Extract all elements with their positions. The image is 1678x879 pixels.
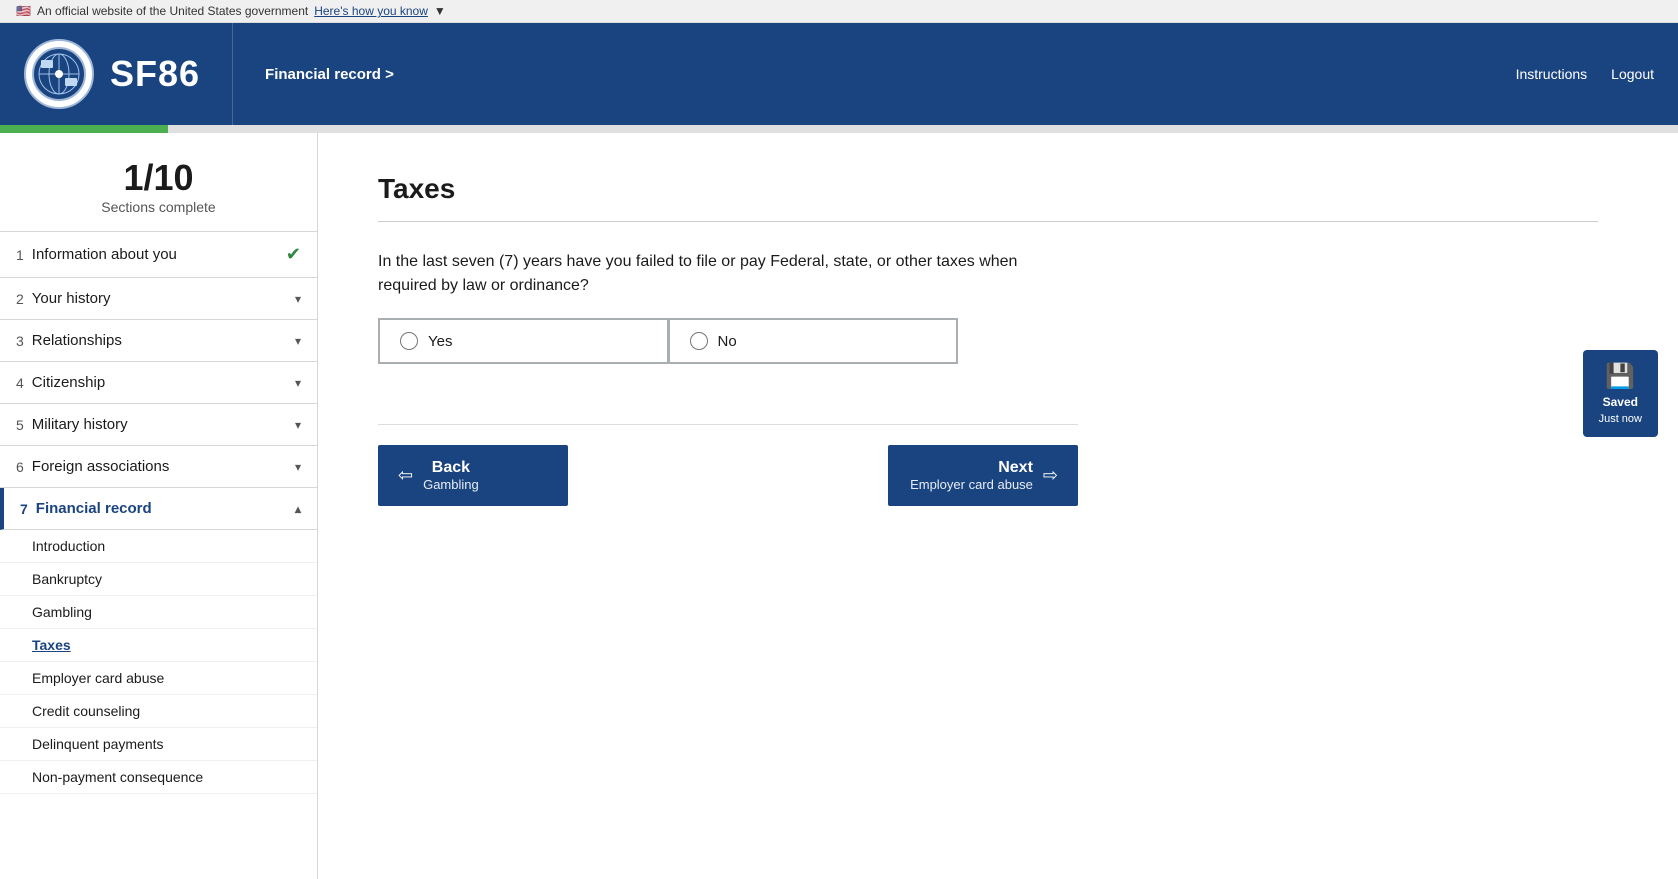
page-title: Taxes bbox=[378, 173, 1598, 205]
chevron-down-icon: ▼ bbox=[434, 4, 446, 18]
chevron-icon: ▾ bbox=[295, 460, 301, 474]
radio-option-yes[interactable]: Yes bbox=[378, 318, 668, 364]
sidebar-item-information-about-you[interactable]: 1 Information about you ✔ bbox=[0, 232, 317, 278]
back-arrow-icon: ⇦ bbox=[398, 465, 413, 486]
sidebar-sub-item-taxes[interactable]: Taxes bbox=[0, 629, 317, 662]
radio-no-label[interactable]: No bbox=[718, 333, 737, 350]
sidebar-sub-item-introduction[interactable]: Introduction bbox=[0, 530, 317, 563]
sections-complete-count: 1/10 bbox=[16, 157, 301, 199]
sidebar-item-financial-record[interactable]: 7 Financial record ▴ bbox=[0, 488, 317, 530]
next-arrow-icon: ⇨ bbox=[1043, 465, 1058, 486]
section-divider bbox=[378, 221, 1598, 222]
sidebar-item-your-history[interactable]: 2 Your history ▾ bbox=[0, 278, 317, 320]
save-icon: 💾 bbox=[1605, 362, 1635, 391]
sidebar-item-relationships[interactable]: 3 Relationships ▾ bbox=[0, 320, 317, 362]
sidebar-sub-item-non-payment-consequence[interactable]: Non-payment consequence bbox=[0, 761, 317, 794]
sidebar-sub-item-bankruptcy[interactable]: Bankruptcy bbox=[0, 563, 317, 596]
sidebar-sub-item-credit-counseling[interactable]: Credit counseling bbox=[0, 695, 317, 728]
progress-bar-fill bbox=[0, 125, 168, 133]
logout-link[interactable]: Logout bbox=[1611, 66, 1654, 82]
save-label: Saved bbox=[1603, 395, 1638, 409]
instructions-link[interactable]: Instructions bbox=[1516, 66, 1588, 82]
back-button[interactable]: ⇦ Back Gambling bbox=[378, 445, 568, 506]
next-primary-label: Next bbox=[910, 459, 1033, 477]
radio-yes[interactable] bbox=[400, 332, 418, 350]
question-text: In the last seven (7) years have you fai… bbox=[378, 250, 1058, 298]
sidebar: 1/10 Sections complete 1 Information abo… bbox=[0, 133, 318, 879]
gov-banner: 🇺🇸 An official website of the United Sta… bbox=[0, 0, 1678, 23]
sidebar-item-military-history[interactable]: 5 Military history ▾ bbox=[0, 404, 317, 446]
chevron-up-icon: ▴ bbox=[295, 502, 301, 516]
radio-no[interactable] bbox=[690, 332, 708, 350]
radio-yes-label[interactable]: Yes bbox=[428, 333, 452, 350]
sidebar-item-foreign-associations[interactable]: 6 Foreign associations ▾ bbox=[0, 446, 317, 488]
main-layout: 1/10 Sections complete 1 Information abo… bbox=[0, 133, 1678, 879]
save-time: Just now bbox=[1599, 413, 1642, 425]
sidebar-item-citizenship[interactable]: 4 Citizenship ▾ bbox=[0, 362, 317, 404]
back-secondary-label: Gambling bbox=[423, 477, 479, 492]
sections-complete-label: Sections complete bbox=[16, 199, 301, 215]
chevron-icon: ▾ bbox=[295, 418, 301, 432]
chevron-icon: ▾ bbox=[295, 292, 301, 306]
radio-options: Yes No bbox=[378, 318, 958, 364]
logo-circle bbox=[24, 39, 94, 109]
how-you-know-link[interactable]: Here's how you know bbox=[314, 4, 428, 18]
breadcrumb-area: Financial record > bbox=[232, 23, 426, 125]
flag-icon: 🇺🇸 bbox=[16, 4, 31, 18]
back-primary-label: Back bbox=[423, 459, 479, 477]
sidebar-sub-item-employer-card-abuse[interactable]: Employer card abuse bbox=[0, 662, 317, 695]
nav-buttons: ⇦ Back Gambling Next Employer card abuse… bbox=[378, 424, 1078, 506]
gov-banner-text: An official website of the United States… bbox=[37, 4, 308, 18]
sidebar-sub-items: Introduction Bankruptcy Gambling Taxes E… bbox=[0, 530, 317, 794]
next-secondary-label: Employer card abuse bbox=[910, 477, 1033, 492]
check-icon: ✔ bbox=[286, 244, 301, 265]
chevron-icon: ▾ bbox=[295, 376, 301, 390]
next-button[interactable]: Next Employer card abuse ⇨ bbox=[888, 445, 1078, 506]
sidebar-sub-item-delinquent-payments[interactable]: Delinquent payments bbox=[0, 728, 317, 761]
header-nav: Instructions Logout bbox=[1492, 23, 1678, 125]
radio-option-no[interactable]: No bbox=[668, 318, 959, 364]
app-title: SF86 bbox=[110, 53, 200, 95]
progress-bar-container bbox=[0, 125, 1678, 133]
chevron-icon: ▾ bbox=[295, 334, 301, 348]
save-indicator: 💾 Saved Just now bbox=[1583, 350, 1658, 437]
logo-area: SF86 bbox=[0, 23, 224, 125]
sidebar-progress: 1/10 Sections complete bbox=[0, 133, 317, 232]
sidebar-sub-item-gambling[interactable]: Gambling bbox=[0, 596, 317, 629]
main-content: Taxes In the last seven (7) years have y… bbox=[318, 133, 1678, 879]
app-header: SF86 Financial record > Instructions Log… bbox=[0, 23, 1678, 125]
breadcrumb: Financial record > bbox=[265, 66, 394, 83]
